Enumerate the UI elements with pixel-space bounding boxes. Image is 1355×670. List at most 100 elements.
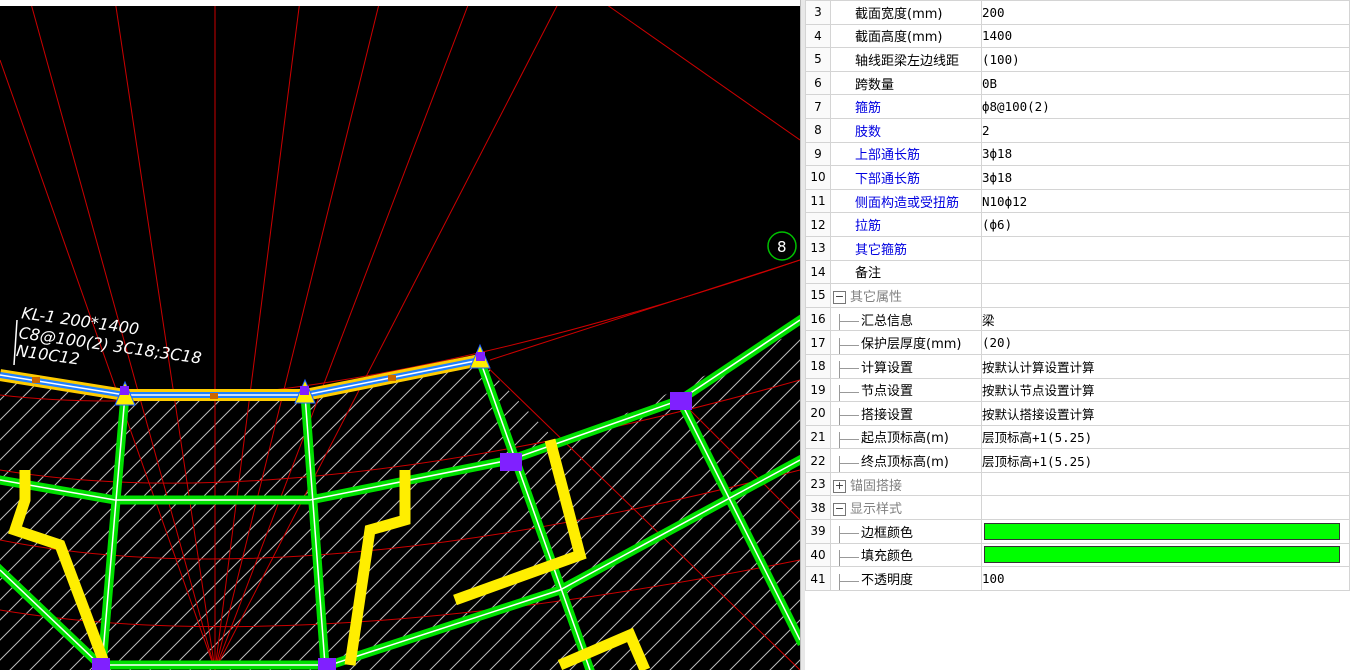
property-name-cell: 其它箍筋 — [830, 235, 982, 261]
property-value[interactable] — [981, 471, 1350, 497]
property-row[interactable]: 23 + 锚固搭接 — [805, 471, 1350, 497]
property-name-cell: + 锚固搭接 — [830, 471, 982, 497]
property-value[interactable]: ф8@100(2) — [981, 94, 1350, 119]
property-row[interactable]: 9 上部通长筋 3ф18 — [805, 141, 1350, 167]
property-value[interactable] — [981, 495, 1350, 521]
row-number: 16 — [805, 306, 831, 332]
property-value[interactable] — [981, 235, 1350, 261]
property-name: 备注 — [855, 266, 882, 282]
property-value[interactable] — [981, 519, 1350, 544]
property-value[interactable]: 1400 — [981, 23, 1350, 49]
property-row[interactable]: 8 肢数 2 — [805, 117, 1350, 143]
collapse-icon[interactable]: − — [833, 290, 846, 304]
property-row[interactable]: 10 下部通长筋 3ф18 — [805, 165, 1350, 190]
fill-color-swatch[interactable] — [984, 546, 1340, 564]
property-row[interactable]: 20 搭接设置 按默认搭接设置计算 — [805, 401, 1350, 426]
property-row[interactable]: 11 侧面构造或受扭筋 N10ф12 — [805, 188, 1350, 214]
property-value[interactable]: (20) — [981, 330, 1350, 355]
property-value[interactable] — [981, 283, 1350, 308]
row-number: 19 — [805, 377, 831, 403]
row-number: 41 — [805, 566, 831, 591]
property-value[interactable]: (100) — [981, 47, 1350, 72]
row-number: 15 — [805, 283, 831, 308]
property-name: 边框颜色 — [861, 525, 914, 541]
property-value[interactable]: 按默认搭接设置计算 — [981, 401, 1350, 426]
property-row[interactable]: 38− 显示样式 — [805, 495, 1350, 521]
tree-branch-icon — [832, 549, 862, 566]
property-name-cell: 保护层厚度(mm) — [830, 330, 982, 355]
property-value[interactable]: 3ф18 — [981, 165, 1350, 190]
property-value[interactable] — [981, 259, 1350, 285]
row-number: 40 — [805, 542, 831, 568]
row-number: 38 — [805, 495, 831, 521]
border-color-swatch[interactable] — [984, 522, 1340, 540]
axis-marker-label: 8 — [777, 238, 787, 256]
property-row[interactable]: 4 截面高度(mm) 1400 — [805, 23, 1350, 49]
property-value[interactable]: 0B — [981, 70, 1350, 96]
property-row[interactable]: 18 计算设置 按默认计算设置计算 — [805, 353, 1350, 379]
tree-branch-icon — [832, 384, 862, 401]
expand-icon[interactable]: + — [833, 479, 846, 493]
property-row[interactable]: 5 轴线距梁左边线距 (100) — [805, 47, 1350, 72]
property-name-cell: 箍筋 — [830, 94, 982, 119]
property-row[interactable]: 41 不透明度 100 — [805, 566, 1350, 591]
property-name: 侧面构造或受扭筋 — [855, 195, 960, 211]
property-name-cell: 下部通长筋 — [830, 165, 982, 190]
property-name-cell: 计算设置 — [830, 353, 982, 379]
collapse-icon[interactable]: − — [833, 503, 846, 517]
row-number: 10 — [805, 165, 831, 190]
property-row[interactable]: 40 填充颜色 — [805, 542, 1350, 568]
property-name: 保护层厚度(mm) — [861, 337, 962, 353]
property-name: 截面高度(mm) — [855, 30, 943, 46]
property-row[interactable]: 17 保护层厚度(mm) (20) — [805, 330, 1350, 355]
property-name: 搭接设置 — [861, 407, 914, 423]
property-value[interactable]: 按默认计算设置计算 — [981, 353, 1350, 379]
property-value[interactable]: 层顶标高+1(5.25) — [981, 424, 1350, 450]
row-number: 3 — [805, 0, 831, 25]
property-name: 其它属性 — [850, 289, 903, 305]
property-row[interactable]: 14 备注 — [805, 259, 1350, 285]
row-number: 5 — [805, 47, 831, 72]
property-name: 汇总信息 — [861, 313, 914, 329]
row-number: 9 — [805, 141, 831, 167]
property-value[interactable]: 梁 — [981, 306, 1350, 332]
property-row[interactable]: 39 边框颜色 — [805, 519, 1350, 544]
property-name-cell: 汇总信息 — [830, 306, 982, 332]
property-name-cell: 备注 — [830, 259, 982, 285]
property-value[interactable]: (ф6) — [981, 212, 1350, 237]
property-name: 显示样式 — [850, 502, 903, 518]
row-number: 18 — [805, 353, 831, 379]
property-value[interactable]: 100 — [981, 566, 1350, 591]
property-name: 填充颜色 — [861, 549, 914, 565]
property-name: 其它箍筋 — [855, 242, 908, 258]
row-number: 23 — [805, 471, 831, 497]
property-row[interactable]: 16 汇总信息 梁 — [805, 306, 1350, 332]
property-name: 下部通长筋 — [855, 171, 921, 187]
property-row[interactable]: 19 节点设置 按默认节点设置计算 — [805, 377, 1350, 403]
property-name-cell: 不透明度 — [830, 566, 982, 591]
property-name-cell: 侧面构造或受扭筋 — [830, 188, 982, 214]
row-number: 39 — [805, 519, 831, 544]
row-number: 20 — [805, 401, 831, 426]
property-row[interactable]: 3 截面宽度(mm) 200 — [805, 0, 1350, 25]
property-row[interactable]: 7 箍筋 ф8@100(2) — [805, 94, 1350, 119]
tree-branch-icon — [832, 337, 862, 354]
drawing-canvas[interactable]: KL-1 200*1400 C8@100(2) 3C18;3C18 N10C12… — [0, 0, 800, 670]
property-row[interactable]: 12 拉筋 (ф6) — [805, 212, 1350, 237]
property-value[interactable]: 2 — [981, 117, 1350, 143]
property-name-cell: 搭接设置 — [830, 401, 982, 426]
property-value[interactable]: 200 — [981, 0, 1350, 25]
property-value[interactable]: 按默认节点设置计算 — [981, 377, 1350, 403]
property-name-cell: 填充颜色 — [830, 542, 982, 568]
property-value[interactable] — [981, 542, 1350, 568]
row-number: 6 — [805, 70, 831, 96]
property-row[interactable]: 15− 其它属性 — [805, 283, 1350, 308]
property-row[interactable]: 21 起点顶标高(m) 层顶标高+1(5.25) — [805, 424, 1350, 450]
property-row[interactable]: 22 终点顶标高(m) 层顶标高+1(5.25) — [805, 448, 1350, 473]
tree-branch-icon — [832, 361, 862, 378]
property-value[interactable]: 层顶标高+1(5.25) — [981, 448, 1350, 473]
property-value[interactable]: 3ф18 — [981, 141, 1350, 167]
property-row[interactable]: 13 其它箍筋 — [805, 235, 1350, 261]
property-value[interactable]: N10ф12 — [981, 188, 1350, 214]
property-row[interactable]: 6 跨数量 0B — [805, 70, 1350, 96]
